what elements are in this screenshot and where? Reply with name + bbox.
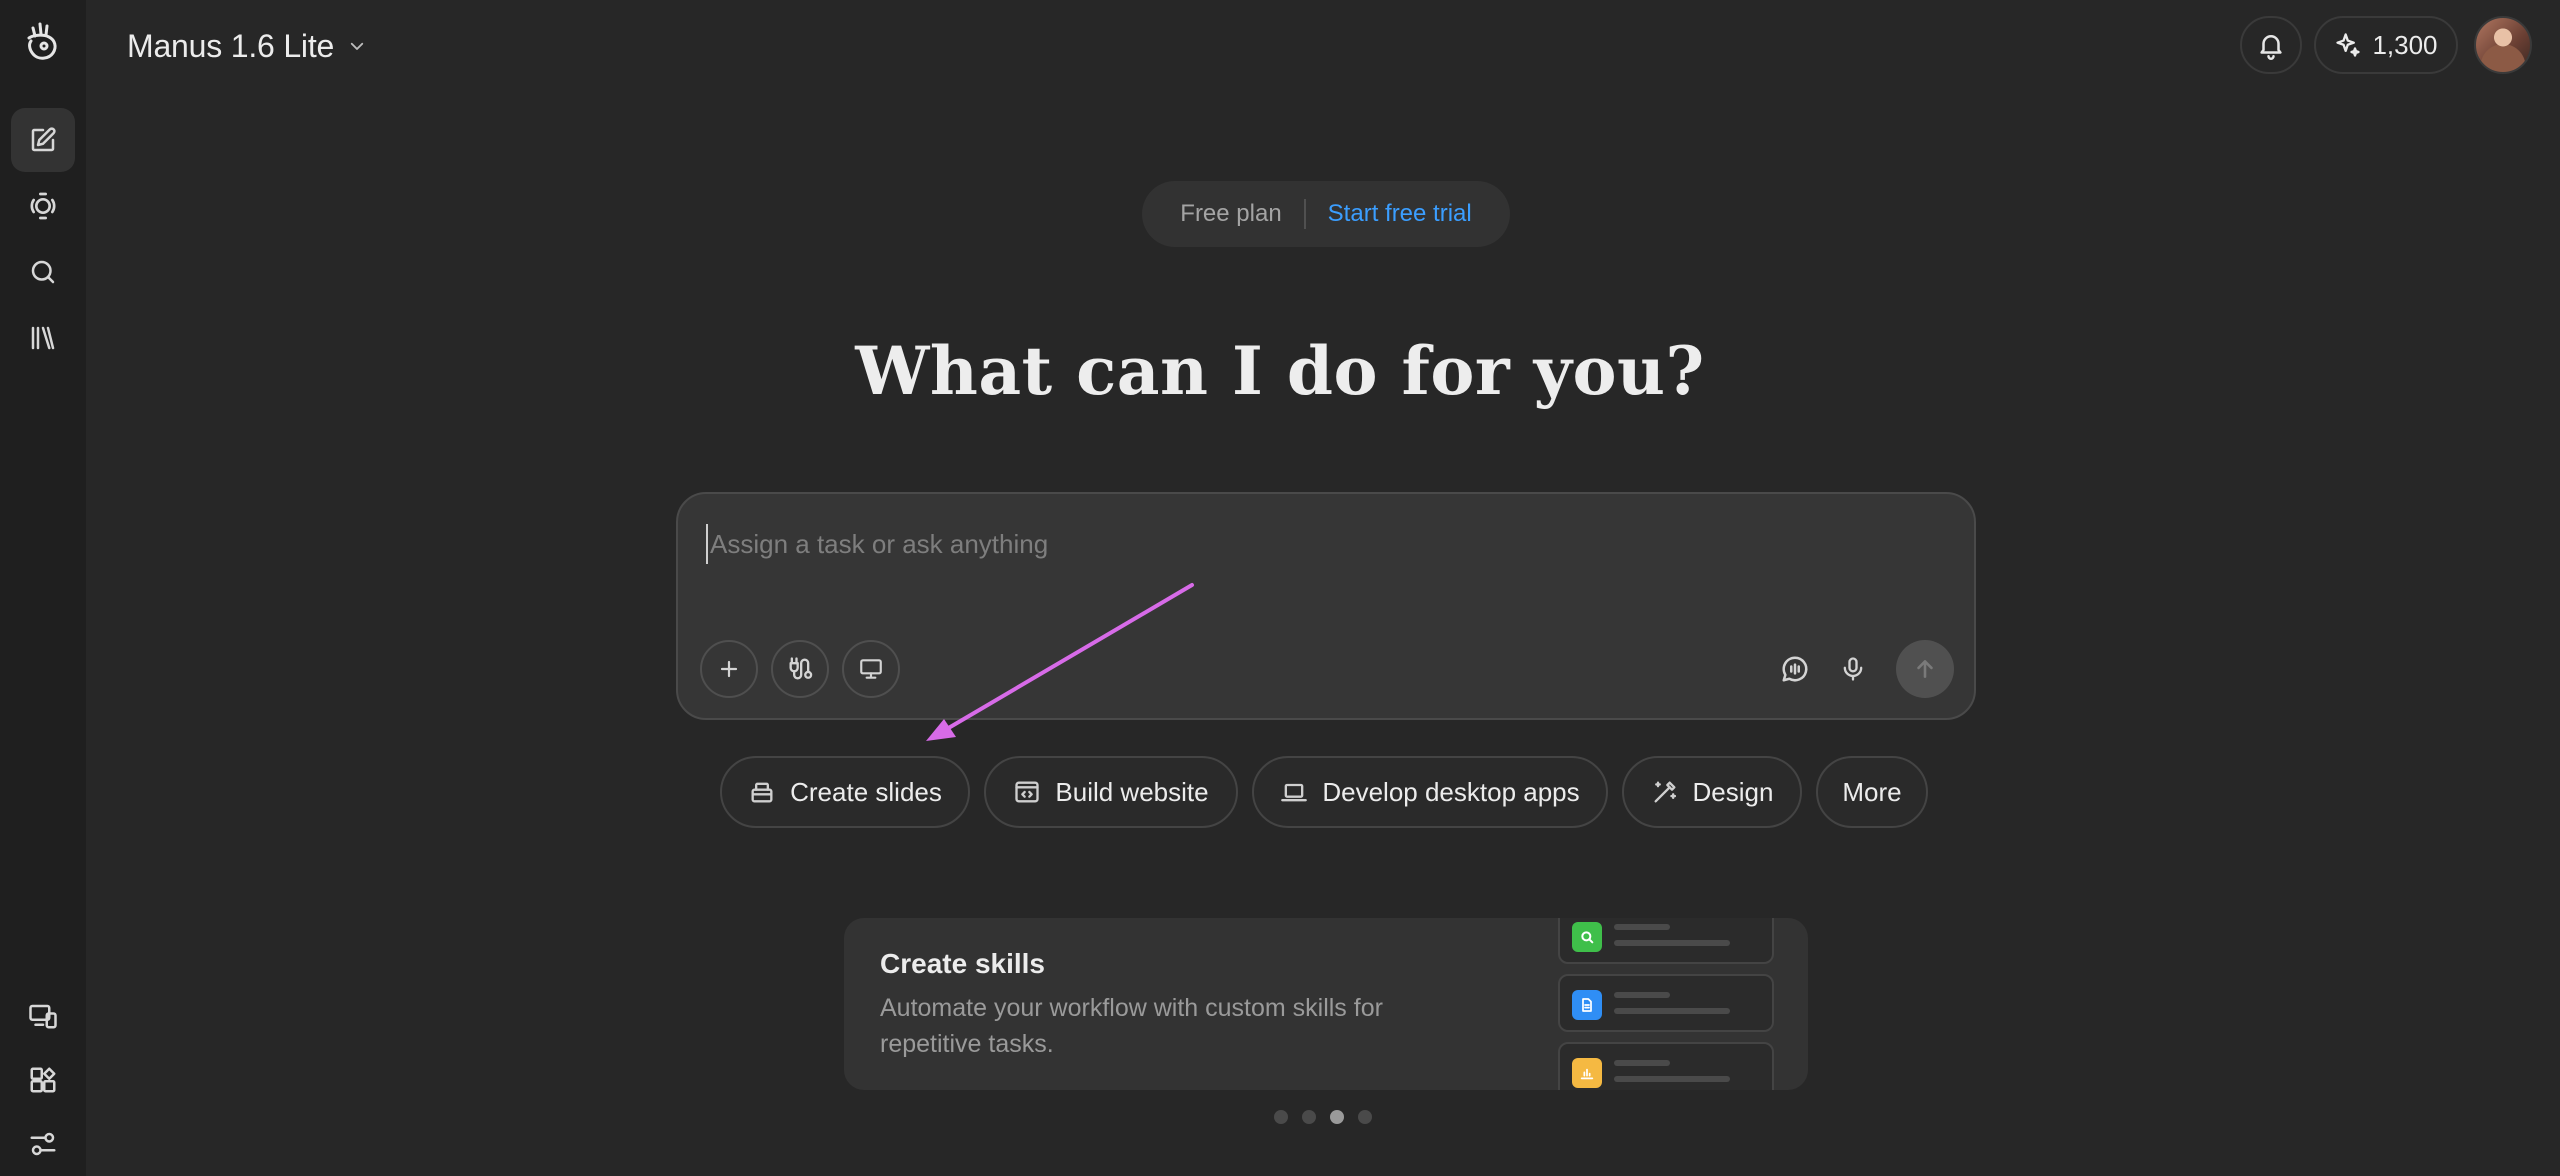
arrow-up-icon [1917, 660, 1933, 678]
settings-button[interactable] [11, 1112, 75, 1176]
microphone-button[interactable] [1824, 640, 1882, 698]
start-free-trial-link[interactable]: Start free trial [1306, 200, 1472, 228]
new-task-button[interactable] [11, 108, 75, 172]
task-input[interactable] [706, 524, 1906, 564]
page-title: What can I do for you? [855, 332, 1705, 410]
manus-logo-icon[interactable] [21, 20, 65, 64]
search-icon [31, 260, 55, 284]
agents-button[interactable] [11, 174, 75, 238]
chip-label: Design [1692, 776, 1774, 807]
create-skills-card[interactable]: Create skills Automate your workflow wit… [844, 918, 1808, 1090]
computer-button[interactable] [842, 640, 900, 698]
model-switcher[interactable]: Manus 1.6 Lite [127, 24, 366, 68]
code-window-icon [1015, 781, 1040, 803]
chart-skill-icon [1572, 1058, 1602, 1088]
search-skill-icon [1572, 922, 1602, 952]
sparkle-icon [2336, 33, 2361, 57]
apps-grid-icon [30, 1067, 56, 1093]
more-chip[interactable]: More [1816, 756, 1928, 828]
microphone-icon [1843, 657, 1863, 681]
compose-icon [31, 127, 56, 152]
devices-icon [29, 1004, 57, 1029]
skill-preview-chart [1558, 1042, 1774, 1090]
slides-icon [751, 782, 773, 803]
free-plan-label: Free plan [1180, 200, 1282, 227]
build-website-chip[interactable]: Build website [984, 756, 1238, 828]
search-button[interactable] [11, 240, 75, 304]
send-button[interactable] [1896, 640, 1954, 698]
credits-count: 1,300 [2372, 29, 2438, 60]
plus-icon [720, 660, 738, 678]
connectors-button[interactable] [771, 640, 829, 698]
design-wand-icon [1654, 781, 1676, 803]
bell-icon [2260, 35, 2282, 60]
credits-button[interactable]: 1,300 [2314, 16, 2458, 74]
left-rail [0, 0, 86, 1176]
plan-pill: Free plan Start free trial [1142, 181, 1510, 247]
monitor-icon [860, 659, 882, 679]
voice-chat-button[interactable] [1766, 640, 1824, 698]
skill-preview-document [1558, 974, 1774, 1032]
devices-button[interactable] [11, 984, 75, 1048]
model-name: Manus 1.6 Lite [127, 27, 335, 64]
chevron-down-icon [350, 42, 364, 50]
apps-button[interactable] [11, 1048, 75, 1112]
laptop-icon [1281, 783, 1308, 802]
add-attachment-button[interactable] [700, 640, 758, 698]
notifications-button[interactable] [2240, 16, 2302, 74]
carousel-dots [1274, 1110, 1372, 1124]
sliders-icon [30, 1132, 56, 1156]
task-composer [676, 492, 1976, 720]
carousel-dot[interactable] [1302, 1110, 1316, 1124]
chip-label: Build website [1055, 776, 1209, 807]
plug-icon [789, 657, 813, 680]
chip-label: Create slides [790, 776, 942, 807]
develop-desktop-apps-chip[interactable]: Develop desktop apps [1252, 756, 1608, 828]
document-skill-icon [1572, 990, 1602, 1020]
avatar[interactable] [2474, 16, 2532, 74]
chip-label: Develop desktop apps [1322, 776, 1580, 807]
agent-icon [30, 192, 56, 220]
carousel-dot[interactable] [1330, 1110, 1344, 1124]
card-title: Create skills [880, 948, 1045, 979]
card-description: Automate your workflow with custom skill… [880, 994, 1383, 1058]
carousel-dot[interactable] [1358, 1110, 1372, 1124]
skill-preview-search [1558, 918, 1774, 964]
create-slides-chip[interactable]: Create slides [720, 756, 970, 828]
speech-bubble-icon [1782, 656, 1808, 682]
carousel-dot[interactable] [1274, 1110, 1288, 1124]
chip-label: More [1842, 776, 1902, 807]
design-chip[interactable]: Design [1622, 756, 1802, 828]
